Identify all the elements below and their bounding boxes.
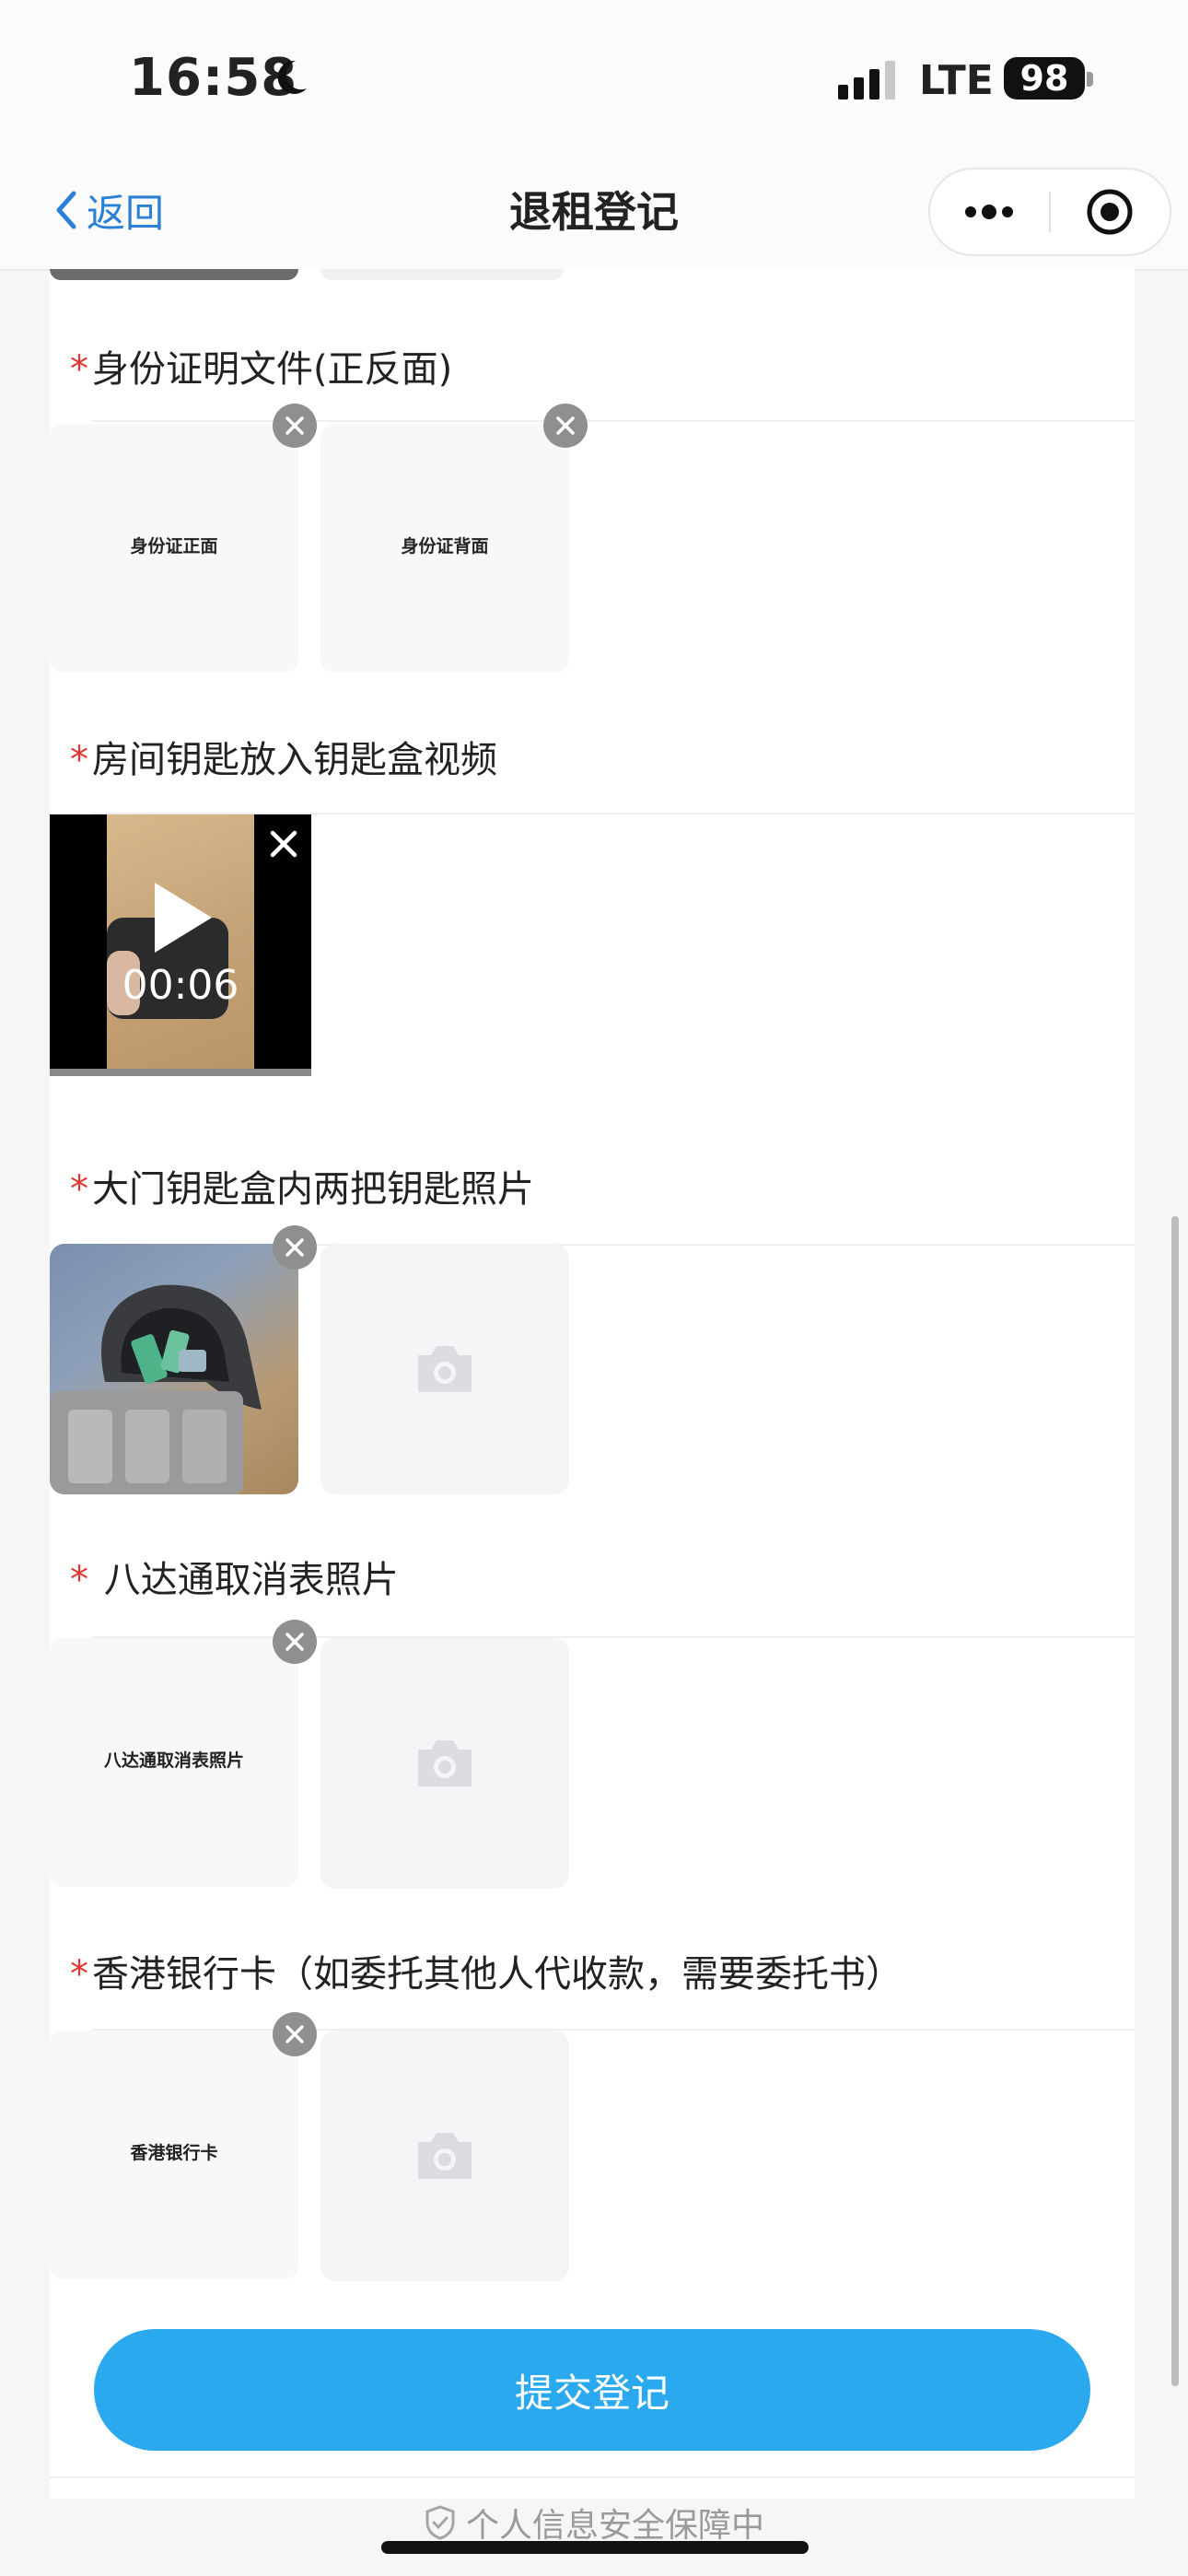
home-indicator[interactable] [381,2541,809,2554]
id-front-image[interactable]: 身份证正面 [50,424,298,673]
section-label-keybox: * 大门钥匙盒内两把钥匙照片 [70,1168,534,1211]
submit-button[interactable]: 提交登记 [94,2329,1090,2451]
battery-tip [1087,72,1093,87]
remove-image-button[interactable] [273,1225,317,1270]
remove-icon [285,1633,304,1651]
id-back-image[interactable]: 身份证背面 [320,424,569,673]
video-progress-bar [50,1069,311,1076]
moon-icon [277,60,307,94]
required-mark: * [70,1559,88,1601]
image-caption: 身份证背面 [401,536,489,556]
mini-program-capsule [928,168,1171,256]
scrollbar[interactable] [1171,1216,1179,2386]
nav-bar: 返回 退租登记 [0,157,1188,271]
required-mark: * [70,348,88,391]
remove-icon [285,1238,304,1257]
add-photo-button[interactable] [320,1244,569,1494]
image-caption: 八达通取消表照片 [103,1751,244,1771]
close-icon [270,830,297,858]
section-label-octopus: * 八达通取消表照片 [70,1559,399,1601]
remove-icon [556,416,575,435]
remove-image-button[interactable] [273,1620,317,1664]
security-note-text: 个人信息安全保障中 [465,2507,764,2545]
remove-video-button[interactable] [262,822,306,866]
camera-icon [418,2133,472,2179]
remove-image-button[interactable] [273,2012,317,2056]
remove-image-button[interactable] [543,404,588,448]
add-photo-button[interactable] [320,1638,569,1889]
octopus-cancellation-image[interactable]: 八达通取消表照片 [50,1638,298,1887]
key-video-thumbnail[interactable]: 00:06 [50,814,311,1076]
network-type: LTE [919,57,994,104]
close-target-icon [1087,189,1133,235]
required-mark: * [70,1168,88,1211]
shield-icon [425,2505,455,2540]
keybox-photo-drawing [50,1284,262,1494]
video-duration: 00:06 [122,962,239,1009]
keybox-photo[interactable] [50,1244,298,1494]
previous-thumb-edge [50,269,298,280]
required-mark: * [70,1953,88,1996]
required-mark: * [70,739,88,781]
section-label-bank-card: * 香港银行卡（如委托其他人代收款，需要委托书） [70,1953,903,1996]
more-button[interactable] [930,170,1048,254]
remove-image-button[interactable] [273,404,317,448]
play-icon[interactable] [149,879,215,956]
remove-icon [285,2025,304,2043]
previous-thumb-edge [320,269,564,280]
camera-icon [418,1740,472,1786]
bank-card-image[interactable]: 香港银行卡 [50,2031,298,2279]
remove-icon [285,416,304,435]
image-caption: 香港银行卡 [130,2143,218,2163]
section-label-id: * 身份证明文件(正反面) [70,348,453,391]
signal-icon [838,61,895,100]
status-bar: 16:58 LTE 98 [0,0,1188,157]
camera-icon [418,1346,472,1392]
image-caption: 身份证正面 [130,536,218,556]
divider [92,420,1135,422]
security-note: 个人信息安全保障中 [0,2499,1188,2547]
divider [50,2476,1135,2478]
close-mini-program-button[interactable] [1051,170,1169,254]
more-icon [965,205,1013,219]
section-label-video: * 房间钥匙放入钥匙盒视频 [70,739,497,781]
battery-level: 98 [1004,57,1085,100]
add-photo-button[interactable] [320,2031,569,2281]
